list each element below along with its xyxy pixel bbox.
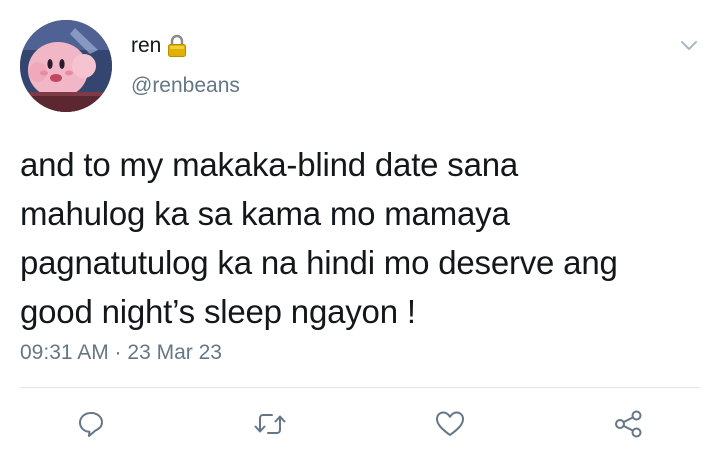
divider [20,387,700,388]
retweet-button[interactable] [252,406,288,442]
share-button[interactable] [611,406,647,442]
heart-icon [436,411,464,436]
lock-icon [167,34,187,58]
reply-button[interactable] [73,406,109,442]
share-icon [615,410,642,438]
retweet-icon [254,414,286,434]
timestamp[interactable]: 09:31 AM · 23 Mar 23 [20,341,222,365]
avatar[interactable] [20,20,112,112]
reply-icon [79,412,103,437]
handle[interactable]: @renbeans [131,74,240,98]
chevron-down-icon[interactable] [678,34,700,56]
avatar-image [20,20,112,112]
tweet-card: ren @renbeans and to my makaka-blind dat… [0,0,720,457]
like-button[interactable] [432,406,468,442]
tweet-text: and to my makaka-blind date sana mahulog… [20,146,618,330]
display-name-row[interactable]: ren [131,34,187,58]
display-name[interactable]: ren [131,34,161,58]
